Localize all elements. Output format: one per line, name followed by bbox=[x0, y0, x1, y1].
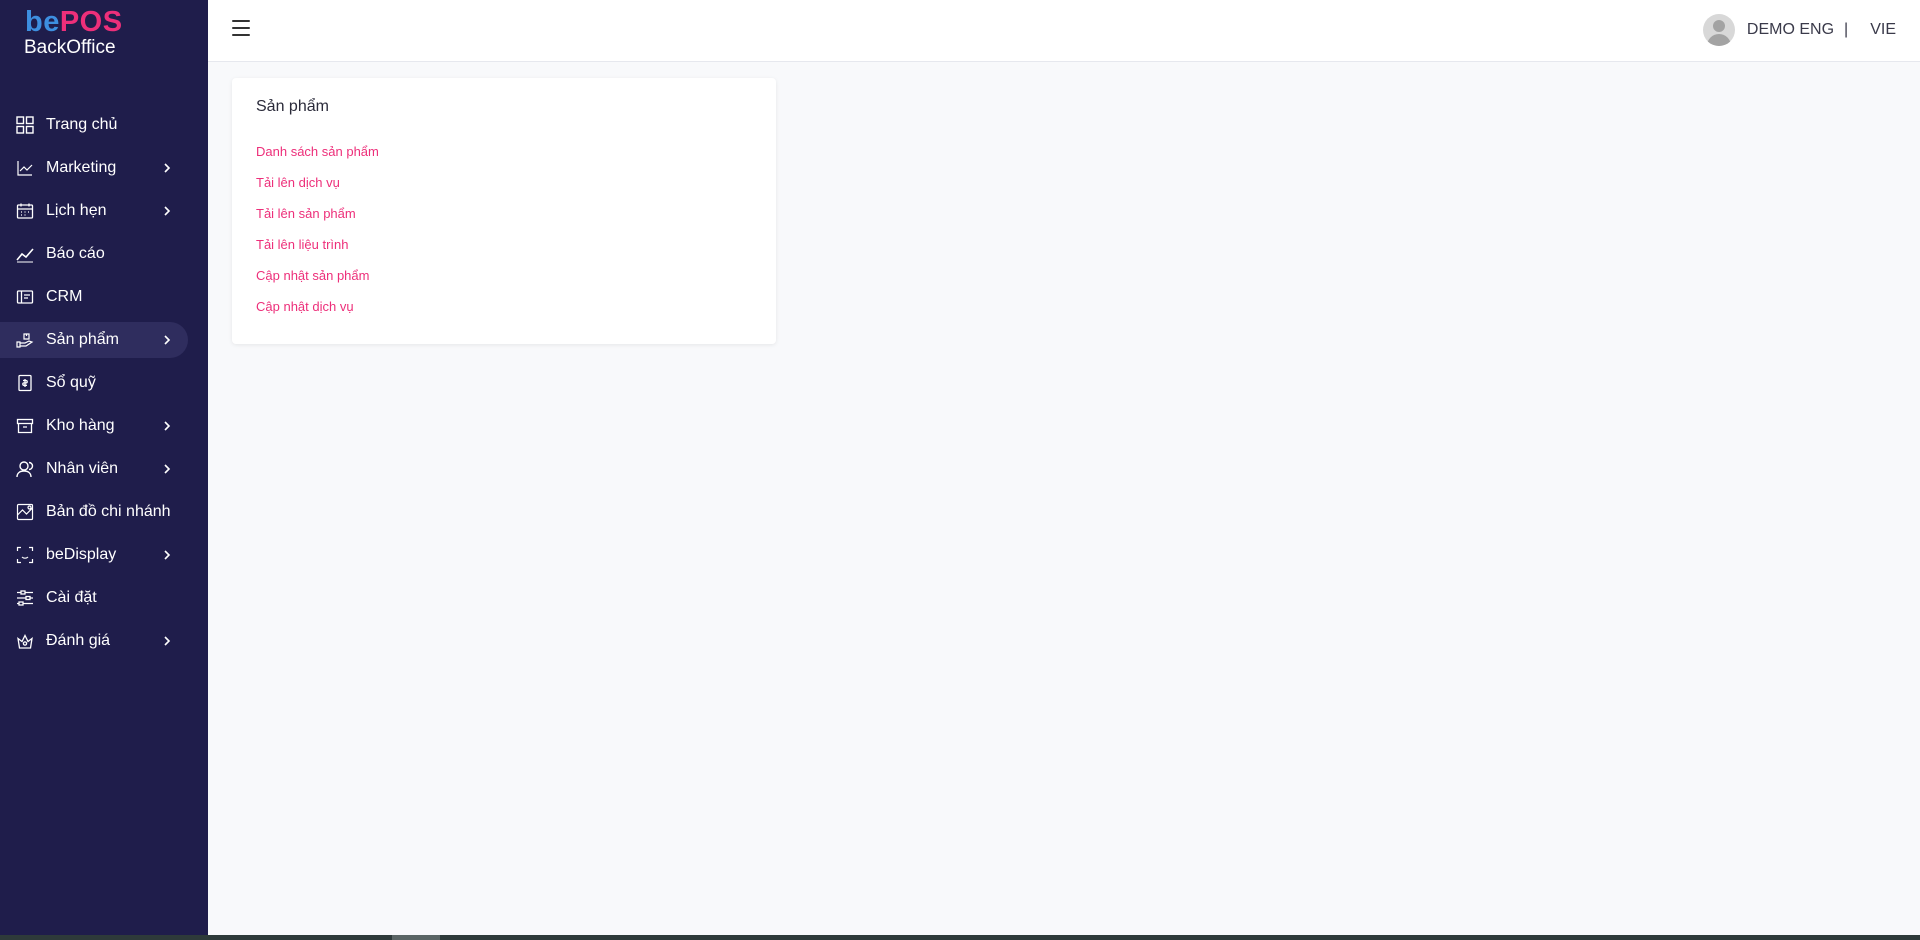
sidebar-item-label: Đánh giá bbox=[46, 632, 111, 649]
sidebar-item-crm[interactable]: CRM bbox=[0, 279, 188, 315]
sidebar-item-label: Sản phẩm bbox=[46, 331, 119, 348]
sidebar-item-branch-map[interactable]: Bản đồ chi nhánh bbox=[0, 494, 188, 530]
sidebar-item-home[interactable]: Trang chủ bbox=[0, 107, 188, 143]
sidebar-item-label: Cài đặt bbox=[46, 589, 97, 606]
trend-icon bbox=[16, 245, 34, 263]
card-link-list: Danh sách sản phẩm Tải lên dịch vụ Tải l… bbox=[256, 144, 379, 330]
user-name[interactable]: DEMO ENG bbox=[1747, 21, 1834, 39]
sidebar: bePOS BackOffice Trang chủ Marketing Lịc… bbox=[0, 0, 208, 935]
calendar-icon bbox=[16, 202, 34, 220]
line-chart-icon bbox=[16, 159, 34, 177]
sidebar-item-ratings[interactable]: Đánh giá bbox=[0, 623, 188, 659]
sidebar-item-label: beDisplay bbox=[46, 546, 117, 563]
sidebar-item-cashbook[interactable]: Sổ quỹ bbox=[0, 365, 188, 401]
sidebar-item-staff[interactable]: Nhân viên bbox=[0, 451, 188, 487]
taskbar-indicator bbox=[392, 935, 440, 940]
logo[interactable]: bePOS BackOffice bbox=[24, 8, 123, 58]
sidebar-item-label: Báo cáo bbox=[46, 245, 105, 262]
chevron-right-icon bbox=[164, 636, 171, 646]
sidebar-item-label: Lịch hẹn bbox=[46, 202, 107, 219]
logo-wordmark: bePOS bbox=[25, 8, 123, 37]
chevron-right-icon bbox=[164, 163, 171, 173]
sidebar-item-label: CRM bbox=[46, 288, 83, 305]
grid-icon bbox=[16, 116, 34, 134]
ledger-icon bbox=[16, 374, 34, 392]
map-icon bbox=[16, 503, 34, 521]
link-product-list[interactable]: Danh sách sản phẩm bbox=[256, 144, 379, 175]
card-title: Sản phẩm bbox=[256, 98, 329, 115]
taskbar-strip bbox=[0, 935, 1920, 940]
user-area: DEMO ENG | VIE bbox=[1702, 14, 1896, 46]
link-update-services[interactable]: Cập nhật dịch vụ bbox=[256, 299, 379, 330]
rating-icon bbox=[16, 632, 34, 650]
products-menu-card: Sản phẩm Danh sách sản phẩm Tải lên dịch… bbox=[232, 78, 776, 344]
link-update-products[interactable]: Cập nhật sản phẩm bbox=[256, 268, 379, 299]
product-icon bbox=[16, 331, 34, 349]
chevron-right-icon bbox=[164, 206, 171, 216]
sidebar-item-reports[interactable]: Báo cáo bbox=[0, 236, 188, 272]
chevron-right-icon bbox=[164, 335, 171, 345]
chevron-right-icon bbox=[164, 550, 171, 560]
avatar[interactable] bbox=[1702, 14, 1735, 46]
sidebar-item-bedisplay[interactable]: beDisplay bbox=[0, 537, 188, 573]
logo-be: be bbox=[25, 6, 60, 38]
link-upload-services[interactable]: Tải lên dịch vụ bbox=[256, 175, 379, 206]
logo-subtitle: BackOffice bbox=[24, 37, 116, 58]
language-switch[interactable]: VIE bbox=[1870, 21, 1896, 39]
link-upload-products[interactable]: Tải lên sản phẩm bbox=[256, 206, 379, 237]
sidebar-item-products[interactable]: Sản phẩm bbox=[0, 322, 188, 358]
settings-sliders-icon bbox=[16, 589, 34, 607]
sidebar-item-label: Marketing bbox=[46, 159, 117, 176]
staff-icon bbox=[16, 460, 34, 478]
warehouse-icon bbox=[16, 417, 34, 435]
chevron-right-icon bbox=[164, 421, 171, 431]
chevron-right-icon bbox=[164, 464, 171, 474]
sidebar-item-warehouse[interactable]: Kho hàng bbox=[0, 408, 188, 444]
menu-toggle-icon[interactable] bbox=[232, 20, 250, 36]
link-upload-treatments[interactable]: Tải lên liệu trình bbox=[256, 237, 379, 268]
top-header: DEMO ENG | VIE bbox=[208, 0, 1920, 62]
logo-pos: POS bbox=[59, 6, 123, 38]
scan-icon bbox=[16, 546, 34, 564]
sidebar-item-settings[interactable]: Cài đặt bbox=[0, 580, 188, 616]
sidebar-item-appointments[interactable]: Lịch hẹn bbox=[0, 193, 188, 229]
sidebar-item-label: Kho hàng bbox=[46, 417, 115, 434]
sidebar-item-marketing[interactable]: Marketing bbox=[0, 150, 188, 186]
sidebar-item-label: Nhân viên bbox=[46, 460, 119, 477]
sidebar-item-label: Trang chủ bbox=[46, 116, 118, 133]
sidebar-nav: Trang chủ Marketing Lịch hẹn Báo cáo CRM… bbox=[0, 107, 208, 666]
sidebar-item-label: Bản đồ chi nhánh bbox=[46, 503, 171, 520]
sidebar-item-label: Sổ quỹ bbox=[46, 374, 96, 391]
header-separator: | bbox=[1844, 21, 1849, 38]
crm-icon bbox=[16, 288, 34, 306]
